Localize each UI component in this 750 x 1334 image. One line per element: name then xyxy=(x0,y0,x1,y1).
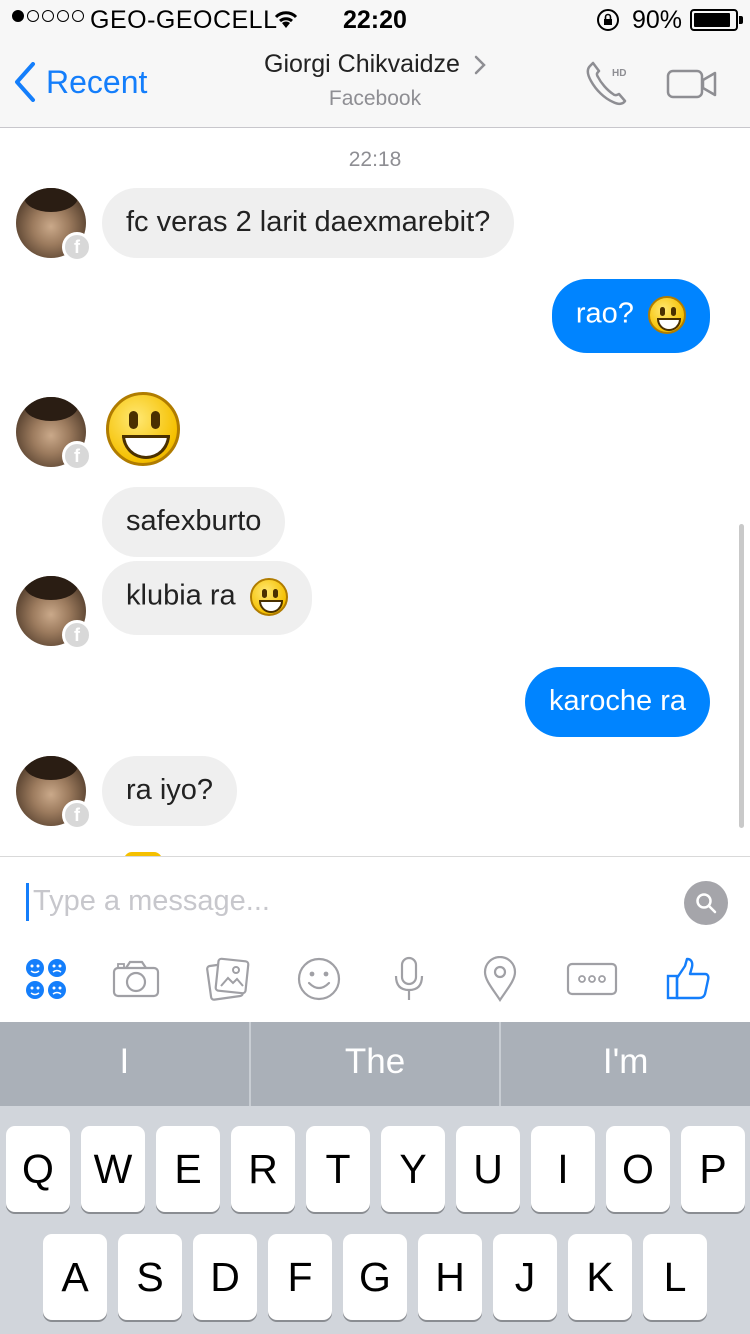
large-smiley-emoji-icon[interactable] xyxy=(106,392,180,466)
avatar[interactable]: f xyxy=(16,397,92,471)
key[interactable]: U xyxy=(456,1126,520,1212)
suggestion[interactable]: The xyxy=(251,1022,502,1106)
stickers-button[interactable] xyxy=(18,955,74,1003)
facebook-badge-icon: f xyxy=(62,232,92,262)
message-text: safexburto xyxy=(126,505,262,537)
message-text: klubia ra xyxy=(126,579,236,612)
facebook-badge-icon: f xyxy=(62,441,92,471)
voice-button[interactable] xyxy=(381,955,437,1003)
contact-name: Giorgi Chikvaidze xyxy=(264,50,460,78)
camera-button[interactable] xyxy=(108,955,164,1003)
key[interactable]: A xyxy=(43,1234,107,1320)
key[interactable]: K xyxy=(568,1234,632,1320)
key[interactable]: D xyxy=(193,1234,257,1320)
contact-title[interactable]: Giorgi Chikvaidze Facebook xyxy=(0,50,750,111)
message-list[interactable]: 22:18 f fc veras 2 larit daexmarebit? ra… xyxy=(0,128,750,856)
message-text: ra iyo? xyxy=(126,774,214,806)
key[interactable]: R xyxy=(231,1126,295,1212)
incoming-message[interactable]: klubia ra xyxy=(102,561,312,635)
battery-icon xyxy=(690,9,743,31)
avatar[interactable]: f xyxy=(16,576,92,650)
facebook-badge-icon: f xyxy=(62,620,92,650)
carrier-name: GEO-GEOCELL xyxy=(90,6,278,34)
smiley-emoji-icon xyxy=(648,296,686,334)
location-button[interactable] xyxy=(472,955,528,1003)
wifi-icon xyxy=(272,8,300,37)
clock: 22:20 xyxy=(343,6,407,34)
camera-icon xyxy=(112,960,160,998)
smiley-emoji-icon xyxy=(249,578,288,616)
key[interactable]: S xyxy=(118,1234,182,1320)
key[interactable]: H xyxy=(418,1234,482,1320)
emoji-button[interactable] xyxy=(291,955,347,1003)
suggestion[interactable]: I'm xyxy=(501,1022,750,1106)
incoming-message[interactable]: ra iyo? xyxy=(102,756,238,826)
key[interactable]: I xyxy=(531,1126,595,1212)
gallery-icon xyxy=(206,957,250,1001)
more-icon xyxy=(566,962,618,996)
key[interactable]: T xyxy=(306,1126,370,1212)
gallery-button[interactable] xyxy=(200,955,256,1003)
incoming-message[interactable]: fc veras 2 larit daexmarebit? xyxy=(102,188,515,258)
hd-badge: HD xyxy=(612,68,626,79)
scrollbar[interactable] xyxy=(739,524,744,828)
phone-call-icon[interactable]: HD xyxy=(584,60,632,111)
location-icon xyxy=(483,956,517,1002)
key[interactable]: O xyxy=(606,1126,670,1212)
more-options-button[interactable] xyxy=(564,955,620,1003)
key[interactable]: L xyxy=(643,1234,707,1320)
avatar[interactable]: f xyxy=(16,756,92,830)
predictive-suggestions: I The I'm xyxy=(0,1022,750,1106)
message-composer: Type a message... xyxy=(0,856,750,1022)
status-bar: GEO-GEOCELL 22:20 90% xyxy=(0,0,750,40)
key[interactable]: F xyxy=(268,1234,332,1320)
text-cursor xyxy=(26,883,29,921)
suggestion[interactable]: I xyxy=(0,1022,251,1106)
facebook-badge-icon: f xyxy=(62,800,92,830)
stickers-icon xyxy=(26,959,66,999)
battery-percentage: 90% xyxy=(632,6,683,34)
key[interactable]: Q xyxy=(6,1126,70,1212)
outgoing-message[interactable]: karoche ra xyxy=(524,667,710,737)
message-input[interactable]: Type a message... xyxy=(33,885,270,918)
avatar[interactable]: f xyxy=(16,188,92,262)
like-button[interactable] xyxy=(660,955,716,1003)
message-text: karoche ra xyxy=(548,685,686,717)
outgoing-message[interactable]: rao? xyxy=(551,279,710,353)
search-button[interactable] xyxy=(684,881,728,925)
incoming-message[interactable]: safexburto xyxy=(102,487,286,557)
key[interactable]: G xyxy=(343,1234,407,1320)
conversation-header: Recent Giorgi Chikvaidze Facebook HD xyxy=(0,40,750,128)
message-timestamp: 22:18 xyxy=(348,148,402,171)
video-call-icon[interactable] xyxy=(666,68,718,105)
key-area: Q W E R T Y U I O P A S D F G H J K L xyxy=(0,1106,750,1334)
keyboard: I The I'm Q W E R T Y U I O P A S D F G … xyxy=(0,1022,750,1334)
message-text: fc veras 2 larit daexmarebit? xyxy=(126,206,491,238)
microphone-icon xyxy=(394,956,424,1000)
key[interactable]: W xyxy=(81,1126,145,1212)
key[interactable]: P xyxy=(681,1126,745,1212)
key[interactable]: Y xyxy=(381,1126,445,1212)
key[interactable]: J xyxy=(493,1234,557,1320)
search-icon xyxy=(696,893,717,914)
signal-strength-icon xyxy=(12,10,84,22)
rotation-lock-icon xyxy=(596,8,620,39)
contact-subtitle: Facebook xyxy=(328,87,422,110)
chevron-right-icon xyxy=(474,55,486,74)
key[interactable]: E xyxy=(156,1126,220,1212)
message-text: rao? xyxy=(575,297,634,330)
emoji-icon xyxy=(297,957,341,1001)
like-icon xyxy=(666,957,710,1000)
